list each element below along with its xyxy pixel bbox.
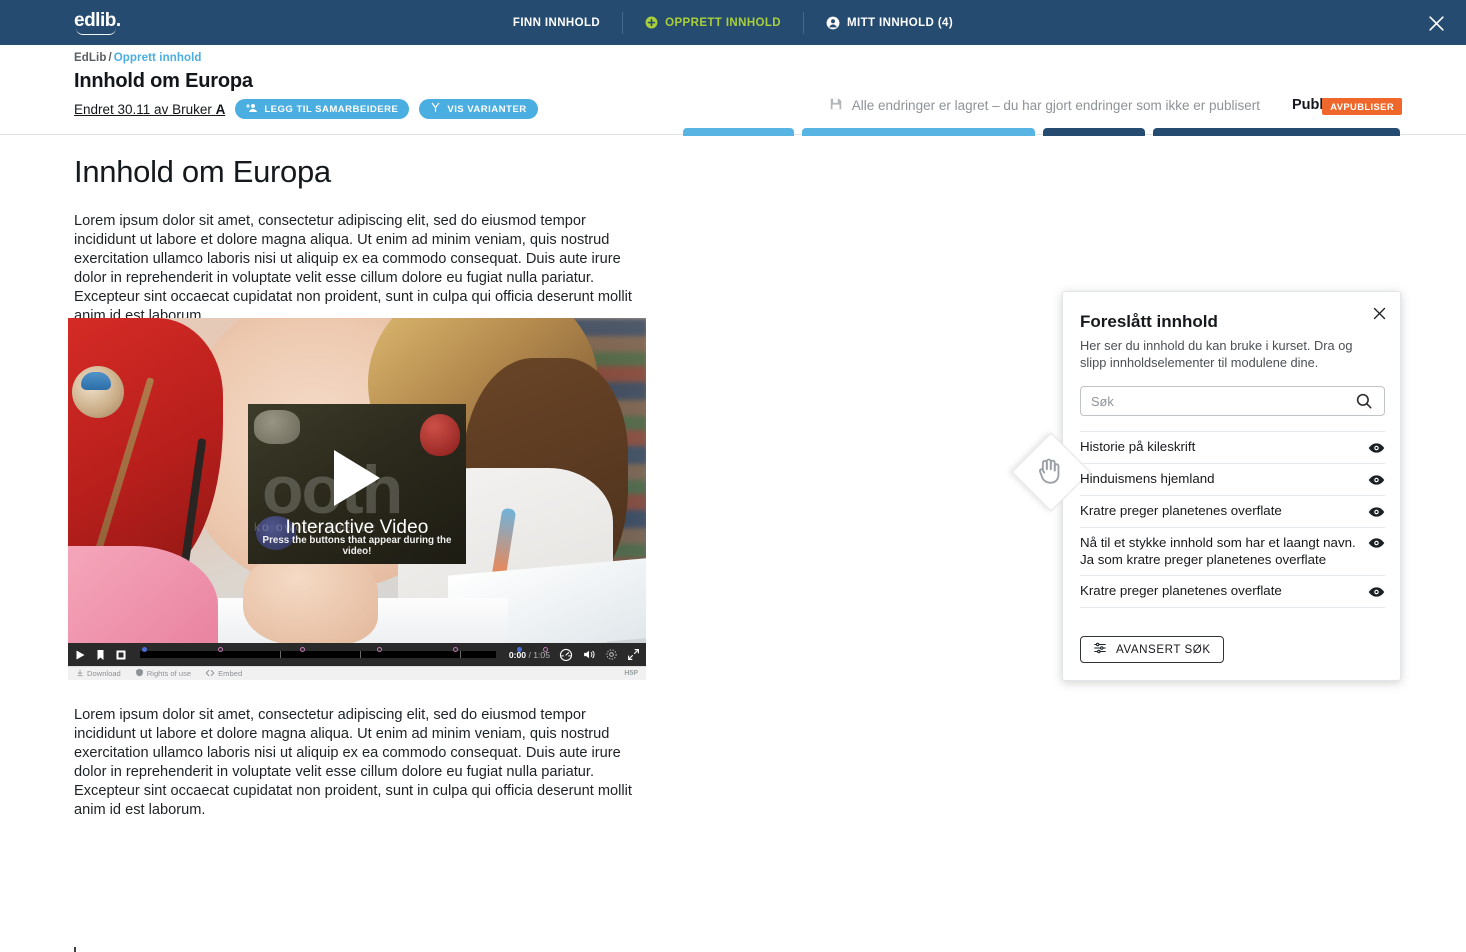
page-header: EdLib / Opprett innhold Innhold om Europa … — [0, 45, 1466, 162]
panel-drag-handle[interactable] — [1011, 432, 1091, 512]
document-paragraph-2[interactable]: Lorem ipsum dolor sit amet, consectetur … — [74, 706, 646, 821]
code-brackets-icon — [205, 669, 215, 679]
close-panel-icon[interactable] — [1368, 302, 1390, 324]
overlay-cookie-shape — [254, 410, 300, 444]
bookmark-icon[interactable] — [95, 649, 106, 661]
list-item-label: Nå til et stykke innhold som har et laan… — [1080, 535, 1356, 567]
nav-item-mitt-innhold[interactable]: MITT INNHOLD (4) — [803, 11, 975, 34]
play-icon[interactable] — [334, 450, 380, 506]
download-icon — [76, 669, 84, 679]
list-item[interactable]: Kratre preger planetenes overflate — [1080, 496, 1385, 528]
save-status: Alle endringer er lagret – du har gjort … — [829, 97, 1260, 114]
list-item[interactable]: Hinduismens hjemland — [1080, 464, 1385, 496]
list-item-label: Historie på kileskrift — [1080, 439, 1196, 455]
nav-item-opprett-innhold[interactable]: OPPRETT INNHOLD — [622, 11, 803, 34]
video-poster-image: ooth ko owoce ciastec Interactive Video … — [68, 318, 646, 643]
speedometer-icon[interactable] — [559, 648, 573, 662]
breadcrumb-separator: / — [108, 52, 112, 64]
list-item[interactable]: Nå til et stykke innhold som har et laan… — [1080, 528, 1385, 576]
panel-description: Her ser du innhold du kan bruke i kurset… — [1080, 338, 1353, 370]
video-footer-bar: Download Rights of use Embed H5P — [68, 666, 646, 680]
show-variants-label: VIS VARIANTER — [447, 103, 527, 115]
advanced-search-label: AVANSERT SØK — [1116, 643, 1211, 656]
eye-icon[interactable] — [1368, 474, 1385, 486]
editor-canvas: Innhold om Europa Lorem ipsum dolor sit … — [0, 136, 1466, 952]
eye-icon[interactable] — [1368, 442, 1385, 454]
gear-icon[interactable] — [605, 648, 618, 661]
meta-row: Endret 30.11 av Bruker A LEGG TIL SAMARB… — [74, 98, 538, 120]
play-icon[interactable] — [74, 649, 86, 661]
interactive-video-embed[interactable]: ooth ko owoce ciastec Interactive Video … — [68, 318, 646, 680]
breadcrumb: EdLib / Opprett innhold — [74, 52, 201, 64]
stop-icon[interactable] — [115, 649, 127, 661]
video-overlay-card[interactable]: ooth ko owoce ciastec Interactive Video … — [248, 404, 466, 564]
list-item-label: Hinduismens hjemland — [1080, 471, 1215, 487]
fullscreen-icon[interactable] — [627, 648, 640, 661]
nav-label: FINN INNHOLD — [512, 16, 601, 29]
document-heading[interactable]: Innhold om Europa — [74, 154, 646, 190]
suggested-items-list: Historie på kileskrift Hinduismens hjeml… — [1080, 431, 1385, 608]
main-nav: FINN INNHOLD OPPRETT INNHOLD MITT INNHOL… — [0, 0, 1466, 45]
last-edited-info[interactable]: Endret 30.11 av Bruker A — [74, 102, 225, 117]
filter-sliders-icon — [1093, 641, 1107, 658]
list-item-label: Kratre preger planetenes overflate — [1080, 583, 1282, 599]
top-navigation-bar: edlib. FINN INNHOLD OPPRETT INNHOLD MITT… — [0, 0, 1466, 45]
suggested-content-panel: Foreslått innhold Her ser du innhold du … — [1011, 291, 1401, 681]
user-icon — [826, 16, 840, 30]
video-time-separator: / — [528, 649, 531, 660]
search-input[interactable] — [1081, 387, 1355, 415]
document-body: Innhold om Europa Lorem ipsum dolor sit … — [74, 154, 646, 327]
poster-jacket-badge — [72, 366, 124, 418]
plus-circle-icon — [645, 16, 658, 29]
video-embed-action[interactable]: Embed — [205, 669, 242, 679]
list-item[interactable]: Historie på kileskrift — [1080, 432, 1385, 464]
branch-icon — [430, 102, 441, 116]
add-collaborators-label: LEGG TIL SAMARBEIDERE — [264, 103, 399, 115]
save-status-text: Alle endringer er lagret – du har gjort … — [851, 98, 1260, 113]
video-brand-label: H5P — [624, 670, 638, 677]
video-progress-track[interactable] — [140, 647, 548, 658]
overlay-berry-shape — [420, 414, 460, 456]
nav-label: OPPRETT INNHOLD — [665, 16, 782, 29]
breadcrumb-current[interactable]: Opprett innhold — [114, 52, 202, 64]
hand-drag-icon — [1031, 454, 1067, 493]
panel-search-box[interactable] — [1080, 386, 1385, 416]
list-item[interactable]: Kratre preger planetenes overflate — [1080, 576, 1385, 608]
advanced-search-button[interactable]: AVANSERT SØK — [1080, 636, 1224, 663]
page-title: Innhold om Europa — [74, 70, 253, 92]
nav-label: MITT INNHOLD (4) — [847, 16, 954, 29]
panel-title: Foreslått innhold — [1080, 312, 1218, 331]
eye-icon[interactable] — [1368, 537, 1385, 549]
video-rights-action[interactable]: Rights of use — [135, 668, 191, 679]
document-body-second: Lorem ipsum dolor sit amet, consectetur … — [74, 706, 646, 821]
overlay-subtitle: Press the buttons that appear during the… — [262, 535, 452, 557]
volume-icon[interactable] — [582, 648, 596, 661]
show-variants-button[interactable]: VIS VARIANTER — [419, 99, 538, 119]
unpublish-button[interactable]: AVPUBLISER — [1322, 98, 1402, 115]
document-paragraph-1[interactable]: Lorem ipsum dolor sit amet, consectetur … — [74, 212, 646, 327]
text-cursor — [74, 947, 76, 952]
add-collaborators-button[interactable]: LEGG TIL SAMARBEIDERE — [235, 99, 410, 119]
list-item-label: Kratre preger planetenes overflate — [1080, 503, 1282, 519]
eye-icon[interactable] — [1368, 506, 1385, 518]
close-icon[interactable] — [1422, 9, 1450, 37]
save-disk-icon — [829, 97, 843, 114]
video-download-label: Download — [87, 669, 121, 678]
last-edited-text: Endret 30.11 av Bruker — [74, 101, 212, 117]
breadcrumb-root[interactable]: EdLib — [74, 52, 106, 64]
nav-item-finn-innhold[interactable]: FINN INNHOLD — [491, 12, 622, 34]
video-control-bar: 0:00 / 1:05 — [68, 643, 646, 666]
eye-icon[interactable] — [1368, 586, 1385, 598]
search-icon[interactable] — [1355, 392, 1384, 410]
add-user-icon — [246, 102, 258, 117]
shield-icon — [135, 668, 144, 679]
video-download-action[interactable]: Download — [76, 669, 121, 679]
video-rights-label: Rights of use — [146, 669, 192, 678]
video-embed-label: Embed — [218, 669, 243, 678]
last-edited-user: A — [215, 101, 226, 117]
